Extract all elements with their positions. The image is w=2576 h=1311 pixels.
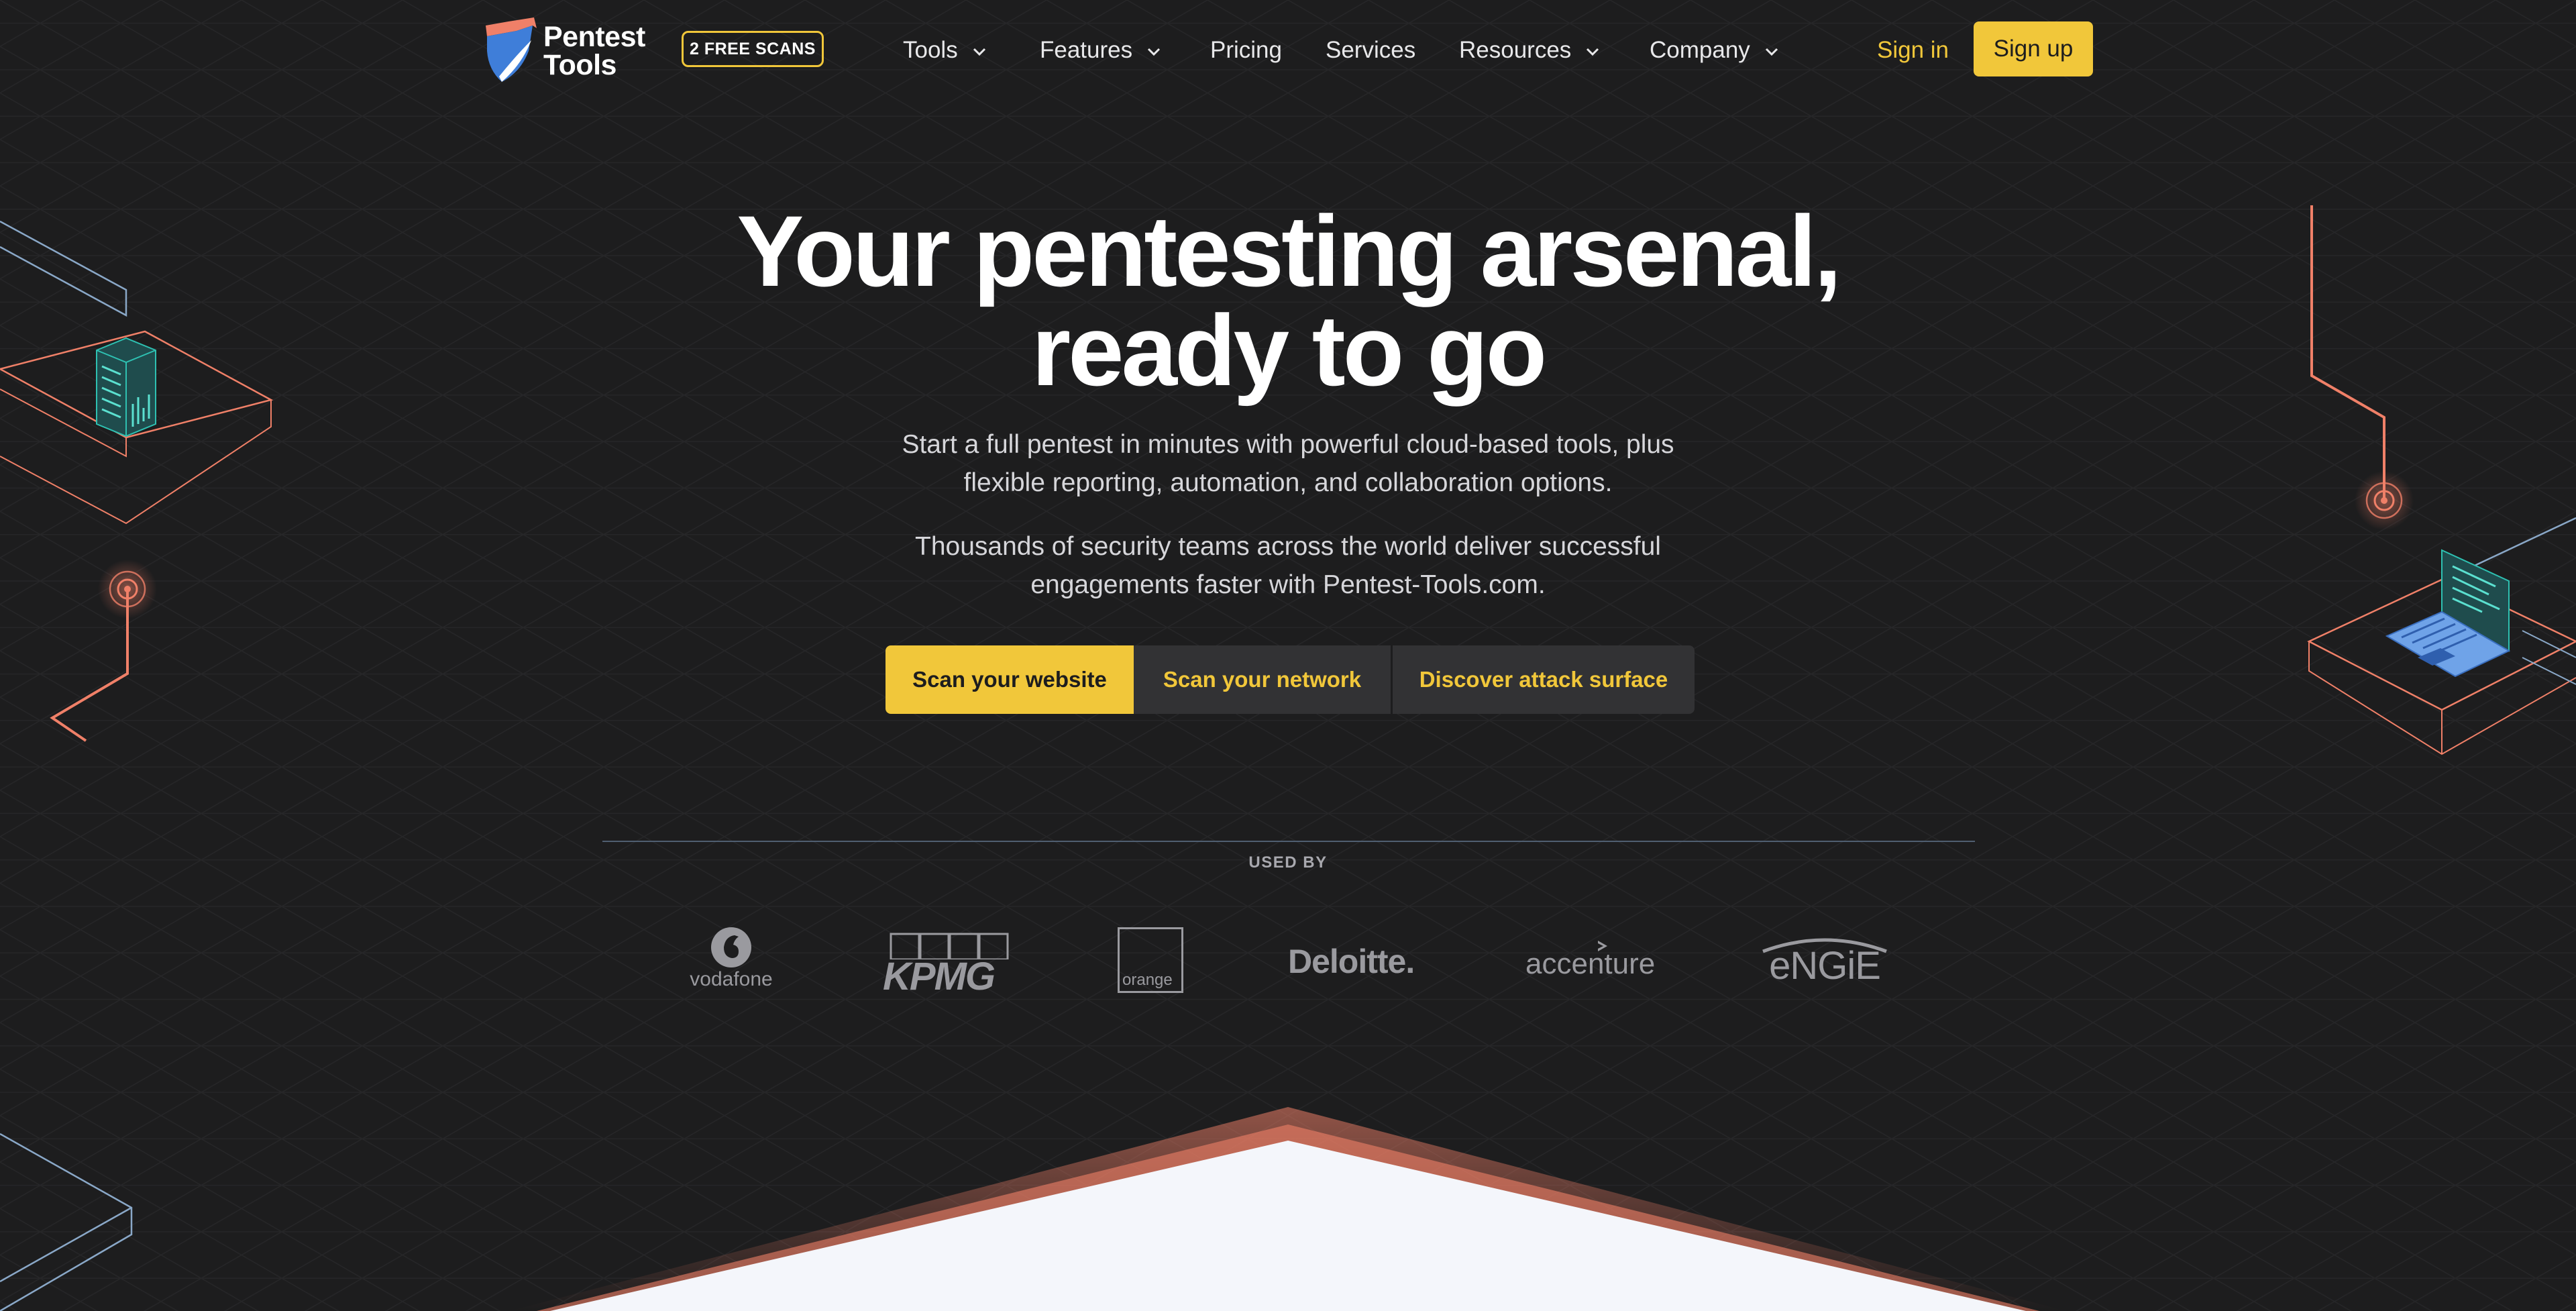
- page: Pentest Tools 2 FREE SCANS Tools Feature…: [0, 0, 2576, 1311]
- hero-title: Your pentesting arsenal, ready to go: [416, 195, 2160, 407]
- vodafone-mark-icon: [711, 927, 751, 967]
- chevron-down-icon: [1148, 48, 1161, 56]
- nav-features-label: Features: [1040, 37, 1133, 63]
- chevron-down-icon: [1587, 48, 1599, 56]
- used-by-divider: [602, 841, 1975, 842]
- client-logos: vodafone KPMG orange Deloitte. accenture…: [0, 912, 2576, 1006]
- shield-logo-icon: [486, 17, 537, 82]
- engie-logo: eNGiE: [1759, 934, 1890, 994]
- nav-tools-label: Tools: [903, 37, 958, 63]
- cta-button-group: Scan your website Scan your network Disc…: [885, 645, 1695, 714]
- nav-services-label: Services: [1326, 37, 1416, 63]
- vodafone-wordmark: vodafone: [690, 968, 773, 990]
- hero-subtitle: Start a full pentest in minutes with pow…: [818, 425, 1758, 502]
- orange-wordmark: orange: [1122, 971, 1173, 989]
- nav-services[interactable]: Services: [1326, 35, 1415, 66]
- nav-resources-label: Resources: [1459, 37, 1572, 63]
- free-scans-badge[interactable]: 2 FREE SCANS: [682, 31, 824, 67]
- hero-title-line2: ready to go: [1031, 294, 1547, 407]
- engie-wordmark: eNGiE: [1769, 944, 1881, 988]
- scan-website-button[interactable]: Scan your website: [885, 645, 1134, 714]
- vodafone-logo: vodafone: [684, 926, 778, 991]
- chevron-down-icon: [1765, 48, 1778, 56]
- hero-subtitle-line2: flexible reporting, automation, and coll…: [963, 468, 1613, 497]
- pentest-tools-logo[interactable]: Pentest Tools: [482, 16, 663, 83]
- discover-attack-surface-button[interactable]: Discover attack surface: [1393, 645, 1695, 714]
- logo-text-line1: Pentest: [543, 21, 645, 53]
- accenture-logo: accenture: [1525, 939, 1660, 993]
- hero-subtitle2-line1: Thousands of security teams across the w…: [915, 532, 1661, 561]
- kpmg-wordmark: KPMG: [883, 955, 996, 998]
- orange-logo: orange: [1118, 927, 1183, 993]
- top-navbar: Pentest Tools 2 FREE SCANS Tools Feature…: [0, 0, 2576, 101]
- nav-pricing-label: Pricing: [1210, 37, 1282, 63]
- nav-company-label: Company: [1650, 37, 1750, 63]
- hero-subtitle-secondary: Thousands of security teams across the w…: [818, 527, 1758, 604]
- hero-subtitle2-line2: engagements faster with Pentest-Tools.co…: [1030, 570, 1546, 599]
- nav-features[interactable]: Features: [1040, 35, 1161, 66]
- used-by-label: USED BY: [1248, 853, 1328, 872]
- nav-tools[interactable]: Tools: [903, 35, 986, 66]
- kpmg-logo: KPMG: [883, 933, 1013, 1000]
- sign-in-link[interactable]: Sign in: [1877, 35, 1949, 66]
- hero-title-line1: Your pentesting arsenal,: [737, 195, 1841, 307]
- logo-text-line2: Tools: [543, 49, 616, 81]
- nav-company[interactable]: Company: [1650, 35, 1778, 66]
- chevron-down-icon: [973, 48, 985, 56]
- nav-pricing[interactable]: Pricing: [1210, 35, 1282, 66]
- scan-network-button[interactable]: Scan your network: [1134, 645, 1393, 714]
- accenture-wordmark: accenture: [1525, 947, 1656, 980]
- nav-resources[interactable]: Resources: [1459, 35, 1599, 66]
- deloitte-logo: Deloitte.: [1288, 943, 1415, 980]
- sign-up-button[interactable]: Sign up: [1974, 21, 2093, 76]
- hero-subtitle-line1: Start a full pentest in minutes with pow…: [902, 430, 1674, 459]
